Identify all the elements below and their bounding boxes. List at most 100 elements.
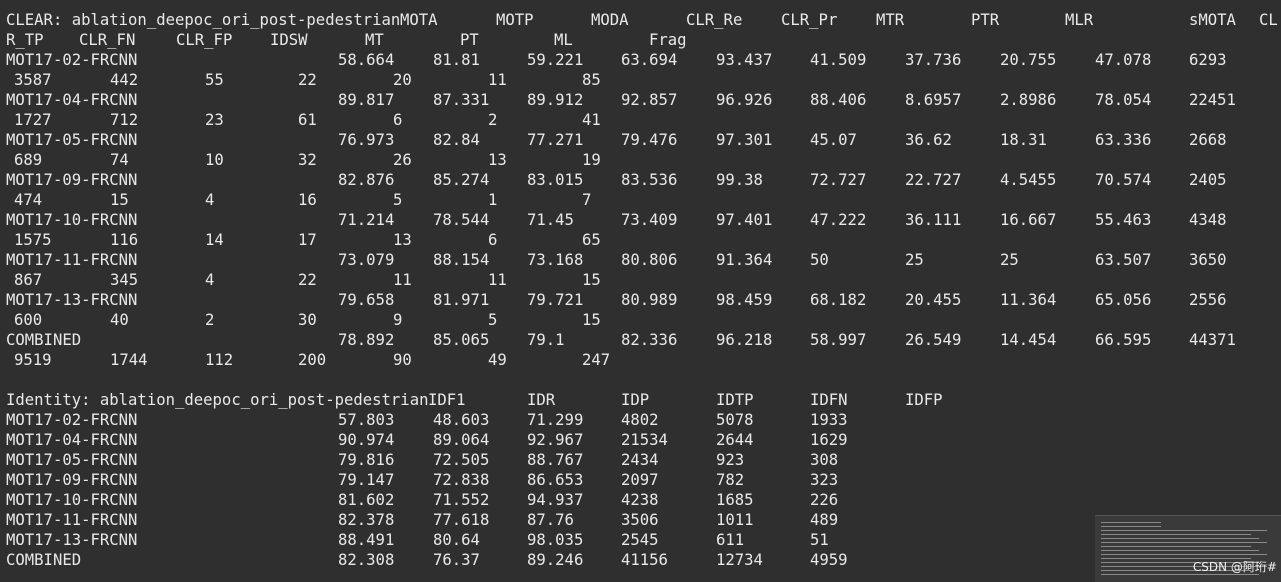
clear-cell: 81.81 [433, 51, 480, 69]
identity-cell: 226 [810, 491, 839, 509]
identity-cell: 90.974 [338, 431, 395, 449]
clear-cell: 71.214 [338, 211, 395, 229]
identity-cell: 12734 [716, 551, 763, 569]
thumbnail-text-line [1101, 534, 1251, 535]
clear-cell: 11.364 [1000, 291, 1057, 309]
clear-row-line-2: 1575 116 14 17 13 6 65 [6, 230, 1281, 250]
identity-row: MOT17-02-FRCNN 57.803 48.603 71.299 4802 5078… [6, 410, 1281, 430]
clear-row-name: MOT17-13-FRCNN [6, 291, 138, 309]
clear-cell: 40 [110, 311, 129, 329]
identity-header-cell: IDP [621, 391, 650, 409]
clear-cell: 73.079 [338, 251, 395, 269]
clear-cell: 55 [205, 71, 224, 89]
clear-cell: 45.07 [810, 131, 857, 149]
identity-cell: 88.491 [338, 531, 395, 549]
identity-header-line: Identity: ablation_deepoc_ori_post-pedes… [6, 390, 1281, 410]
clear-cell: 712 [110, 111, 139, 129]
clear-cell: 15 [110, 191, 129, 209]
clear-cell: 65.056 [1095, 291, 1152, 309]
identity-cell: 87.76 [527, 511, 574, 529]
clear-header-cell: MOTP [496, 11, 534, 29]
clear-cell: 200 [298, 351, 327, 369]
clear-cell: 89.912 [527, 91, 584, 109]
clear-cell: 63.507 [1095, 251, 1152, 269]
thumbnail-text-line [1101, 530, 1267, 531]
identity-row-name: MOT17-10-FRCNN [6, 491, 138, 509]
identity-cell: 782 [716, 471, 745, 489]
clear-cell: 76.973 [338, 131, 395, 149]
clear-cell: 15 [582, 311, 601, 329]
clear-header-cell: MTR [876, 11, 905, 29]
identity-title: Identity: ablation_deepoc_ori_post-pedes… [6, 391, 429, 409]
clear-row-line-1: MOT17-04-FRCNN 89.817 87.331 89.912 92.857 96… [6, 90, 1281, 110]
clear-header-cell: IDSW [270, 31, 308, 49]
identity-cell: 89.064 [433, 431, 490, 449]
clear-cell: 2.8986 [1000, 91, 1057, 109]
clear-cell: 6293 [1189, 51, 1227, 69]
clear-cell: 22.727 [905, 171, 962, 189]
clear-row-line-1: MOT17-02-FRCNN 58.664 81.81 59.221 63.694 93.… [6, 50, 1281, 70]
clear-cell: 6 [488, 231, 498, 249]
clear-cell: 85 [582, 71, 601, 89]
clear-cell: 6 [393, 111, 403, 129]
clear-cell: 82.876 [338, 171, 395, 189]
clear-cell: 14 [205, 231, 224, 249]
clear-header-cell: CL [1259, 11, 1278, 29]
clear-cell: 96.926 [716, 91, 773, 109]
clear-cell: 26.549 [905, 331, 962, 349]
clear-cell: 20 [393, 71, 412, 89]
identity-row: MOT17-11-FRCNN 82.378 77.618 87.76 3506 1011 4… [6, 510, 1281, 530]
clear-cell: 11 [488, 271, 507, 289]
clear-cell: 98.459 [716, 291, 773, 309]
clear-cell: 79.1 [527, 331, 565, 349]
clear-cell: 4 [205, 271, 215, 289]
clear-row-line-2: 9519 1744 112 200 90 49 247 [6, 350, 1281, 370]
clear-cell: 74 [110, 151, 129, 169]
clear-cell: 1744 [110, 351, 148, 369]
clear-cell: 80.806 [621, 251, 678, 269]
identity-cell: 48.603 [433, 411, 490, 429]
thumbnail-text-line [1101, 550, 1259, 551]
clear-header-cell: R_TP [6, 31, 44, 49]
identity-cell: 1933 [810, 411, 848, 429]
identity-cell: 89.246 [527, 551, 584, 569]
identity-cell: 3506 [621, 511, 659, 529]
identity-row-name: MOT17-05-FRCNN [6, 451, 138, 469]
identity-header-cell: IDFN [810, 391, 848, 409]
clear-cell: 22 [298, 71, 317, 89]
clear-cell: 867 [14, 271, 43, 289]
clear-header-cell: CLR_Pr [781, 11, 838, 29]
clear-cell: 85.274 [433, 171, 490, 189]
clear-cell: 50 [810, 251, 829, 269]
identity-cell: 82.378 [338, 511, 395, 529]
clear-cell: 474 [14, 191, 43, 209]
clear-header-line-2: R_TP CLR_FN CLR_FP IDSW MT PT ML Frag [6, 30, 1281, 50]
clear-cell: 600 [14, 311, 43, 329]
identity-row: MOT17-04-FRCNN 90.974 89.064 92.967 21534 264… [6, 430, 1281, 450]
clear-row-line-2: 689 74 10 32 26 13 19 [6, 150, 1281, 170]
clear-cell: 16 [298, 191, 317, 209]
clear-cell: 41 [582, 111, 601, 129]
identity-row: MOT17-13-FRCNN 88.491 80.64 98.035 2545 611 51 [6, 530, 1281, 550]
clear-cell: 78.892 [338, 331, 395, 349]
identity-header-cell: IDF1 [428, 391, 466, 409]
identity-cell: 76.37 [433, 551, 480, 569]
clear-cell: 4348 [1189, 211, 1227, 229]
clear-cell: 20.755 [1000, 51, 1057, 69]
clear-cell: 9519 [14, 351, 52, 369]
clear-cell: 2 [488, 111, 498, 129]
identity-row: MOT17-05-FRCNN 79.816 72.505 88.767 2434 923 3… [6, 450, 1281, 470]
clear-cell: 11 [488, 71, 507, 89]
identity-row-name: MOT17-09-FRCNN [6, 471, 138, 489]
clear-cell: 58.997 [810, 331, 867, 349]
clear-row-line-1: MOT17-11-FRCNN 73.079 88.154 73.168 80.806 91… [6, 250, 1281, 270]
identity-row-name: MOT17-02-FRCNN [6, 411, 138, 429]
clear-cell: 16.667 [1000, 211, 1057, 229]
clear-header-cell: Frag [649, 31, 687, 49]
clear-cell: 5 [488, 311, 498, 329]
clear-cell: 70.574 [1095, 171, 1152, 189]
clear-cell: 90 [393, 351, 412, 369]
clear-cell: 22451 [1189, 91, 1236, 109]
identity-cell: 88.767 [527, 451, 584, 469]
